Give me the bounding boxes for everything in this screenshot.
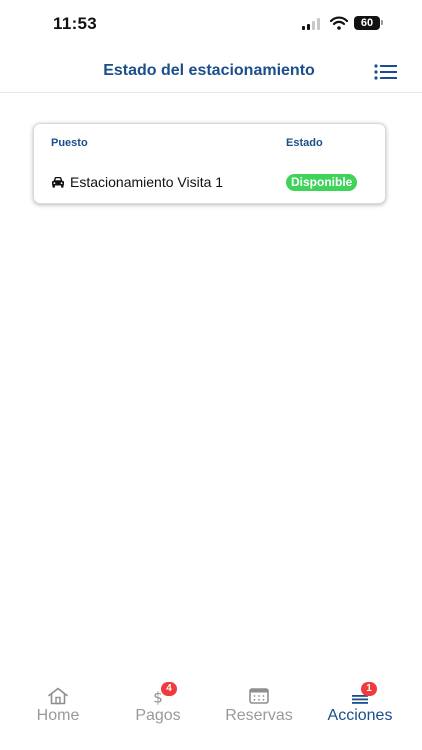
cellular-signal-icon xyxy=(302,18,322,30)
wifi-icon xyxy=(330,16,348,30)
column-header-puesto: Puesto xyxy=(51,137,88,149)
tab-acciones[interactable]: 1 Acciones xyxy=(316,678,404,738)
app-screen: 11:53 60 Estado del estacionamiento Pues… xyxy=(0,0,422,750)
tab-reservas[interactable]: Reservas xyxy=(216,678,302,738)
bottom-tab-bar: Home $ 4 Pagos Reservas 1 Acciones xyxy=(0,678,422,750)
pagos-badge: 4 xyxy=(161,682,177,696)
parking-status-card: Puesto Estado Estacionamiento Visita 1 D… xyxy=(33,123,386,204)
acciones-badge: 1 xyxy=(361,682,377,696)
car-icon xyxy=(52,177,64,188)
battery-icon: 60 xyxy=(354,16,380,30)
tab-label-acciones: Acciones xyxy=(327,707,393,724)
tab-pagos[interactable]: $ 4 Pagos xyxy=(122,678,194,738)
tab-label-reservas: Reservas xyxy=(225,707,293,724)
status-badge: Disponible xyxy=(286,174,358,191)
parking-spot-name: Estacionamiento Visita 1 xyxy=(70,174,224,190)
list-menu-icon[interactable] xyxy=(374,64,398,80)
home-icon xyxy=(48,687,68,705)
status-bar: 11:53 60 xyxy=(0,0,422,50)
status-time: 11:53 xyxy=(53,14,98,33)
calendar-icon xyxy=(249,688,269,704)
table-row[interactable]: Estacionamiento Visita 1 Disponible xyxy=(34,168,385,196)
tab-label-pagos: Pagos xyxy=(135,707,181,724)
page-title: Estado del estacionamiento xyxy=(103,62,315,79)
column-header-estado: Estado xyxy=(286,137,323,149)
page-header: Estado del estacionamiento xyxy=(0,50,422,93)
tab-label-home: Home xyxy=(36,707,80,724)
tab-home[interactable]: Home xyxy=(22,678,94,738)
battery-tip xyxy=(381,20,383,25)
